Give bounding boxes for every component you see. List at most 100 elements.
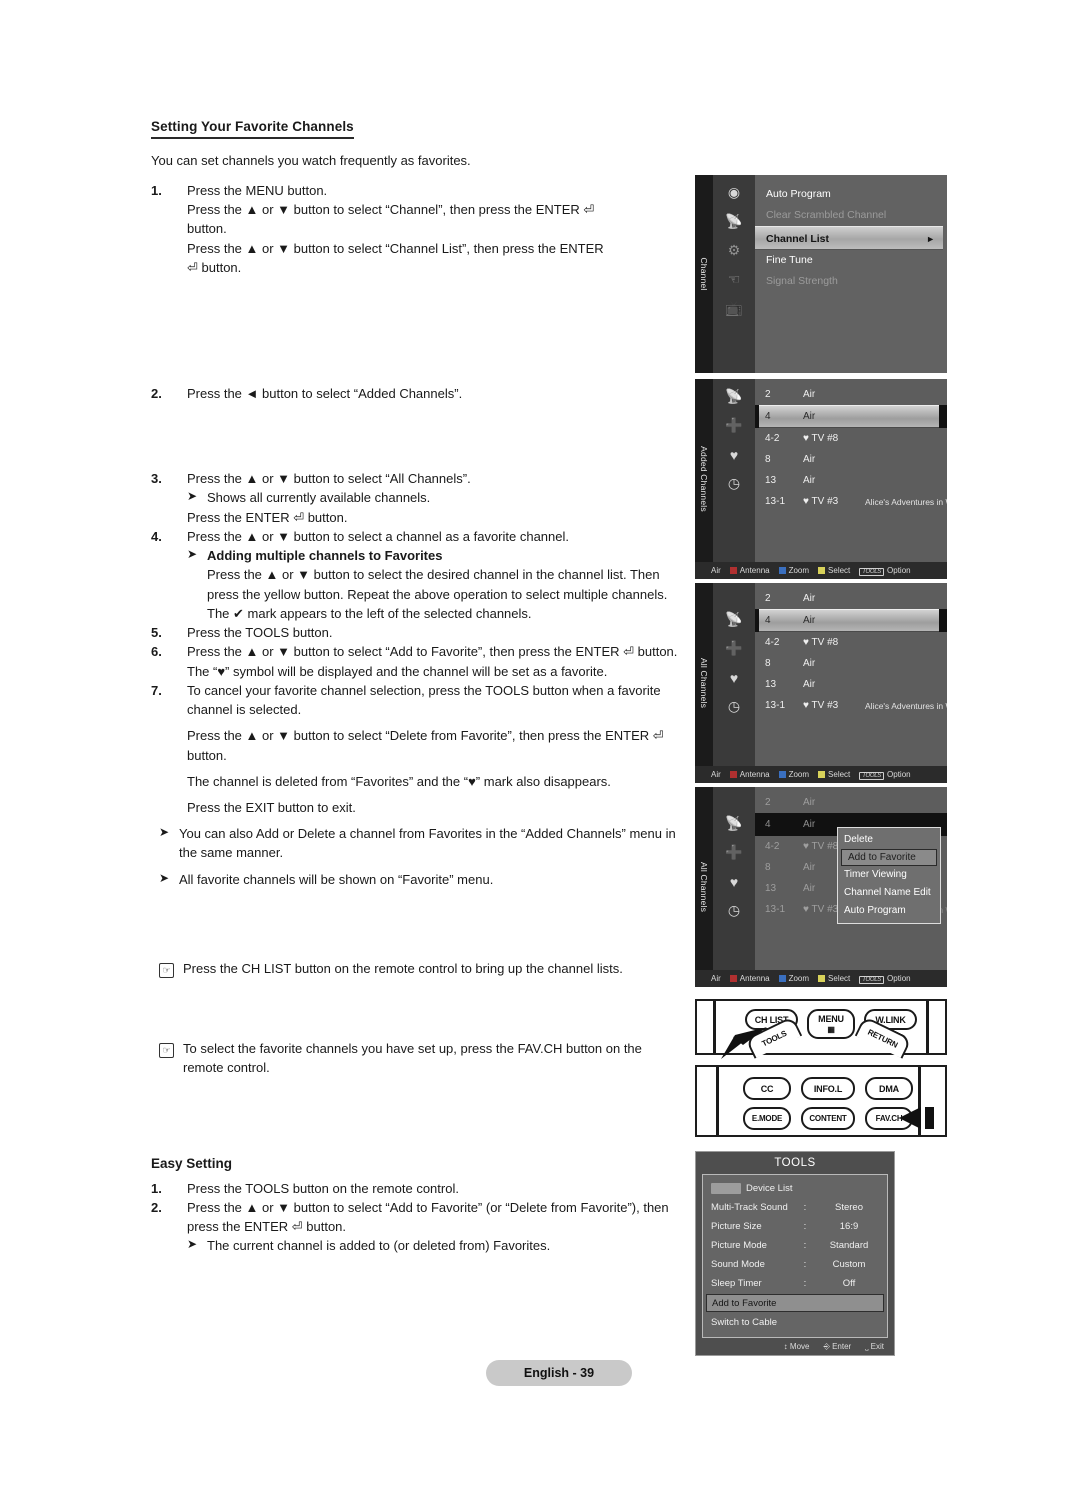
channel-row[interactable]: 2 Air	[755, 384, 947, 405]
channel-name: Air	[803, 593, 816, 604]
menu-item-fine-tune[interactable]: Fine Tune	[755, 250, 947, 271]
favorite-heart-icon[interactable]: ♥	[723, 668, 745, 687]
tools-row-sleep-timer[interactable]: Sleep Timer : Off	[703, 1274, 887, 1293]
menu-item-clear-scrambled-channel[interactable]: Clear Scrambled Channel	[755, 205, 947, 226]
remote-button-emode[interactable]: E.MODE	[743, 1107, 791, 1130]
clock-icon[interactable]: ◷	[723, 901, 745, 920]
gear-icon[interactable]: ⚙	[723, 241, 745, 260]
footer-option[interactable]: TOOLS Option	[859, 974, 911, 984]
osd-all-channels: All Channels 📡 ➕ ♥ ◷ 2 Air 4 Air 4-2 ♥ T…	[695, 583, 947, 783]
easy-step-2-line-1: Press the ▲ or ▼ button to select “Add t…	[187, 1199, 669, 1235]
step-7-number: 7.	[151, 682, 162, 698]
screen-icon[interactable]: 📺	[723, 299, 745, 318]
footer-zoom[interactable]: Zoom	[778, 566, 809, 575]
footer-select[interactable]: Select	[818, 770, 850, 779]
channel-number: 4	[765, 411, 771, 422]
popup-item-channel-name-edit[interactable]: Channel Name Edit	[838, 884, 940, 902]
step-3-number: 3.	[151, 471, 162, 487]
menu-item-auto-program[interactable]: Auto Program	[755, 184, 947, 205]
channel-row[interactable]: 4-2 ♥ TV #8	[755, 428, 947, 449]
tools-row-device-list[interactable]: Device List	[703, 1179, 887, 1198]
step-7-line-2: Press the ▲ or ▼ button to select “Delet…	[187, 728, 664, 763]
favorite-heart-icon: ♥	[803, 496, 809, 507]
menu-item-signal-strength[interactable]: Signal Strength	[755, 271, 947, 292]
note-1: ➤ You can also Add or Delete a channel f…	[159, 824, 681, 862]
footer-antenna[interactable]: Antenna	[729, 770, 770, 779]
channel-row[interactable]: 8 Air	[755, 449, 947, 470]
tools-row-multi-track-sound-value: Stereo	[835, 1202, 863, 1213]
easy-step-2-number: 2.	[151, 1199, 162, 1215]
step-1-line-1: Press the MENU button.	[187, 182, 328, 198]
channel-desc: Alice's Adventures in Wonderland	[865, 700, 947, 711]
tools-row-add-to-favorite[interactable]: Add to Favorite	[706, 1294, 884, 1312]
clock-icon[interactable]: ◷	[723, 697, 745, 716]
channel-row[interactable]: 4-2 ♥ TV #8	[755, 632, 947, 653]
footer-zoom[interactable]: Zoom	[778, 770, 809, 779]
footer-option[interactable]: TOOLS Option	[859, 770, 911, 780]
footer-select[interactable]: Select	[818, 974, 850, 983]
tools-row-picture-size[interactable]: Picture Size : 16:9	[703, 1217, 887, 1236]
osd-all-channels-popup-tab: All Channels	[695, 787, 713, 987]
favorite-heart-icon: ♥	[803, 841, 809, 852]
footer-option[interactable]: TOOLS Option	[859, 566, 911, 576]
tools-row-sound-mode[interactable]: Sound Mode : Custom	[703, 1255, 887, 1274]
step-7-line-1: To cancel your favorite channel selectio…	[187, 682, 661, 718]
bullet-marker-icon: ➤	[159, 825, 170, 840]
channel-row[interactable]: 2 Air	[755, 588, 947, 609]
tools-row-switch-to-cable[interactable]: Switch to Cable	[703, 1313, 887, 1332]
channel-icon[interactable]: 📡	[723, 212, 745, 231]
all-channels-icon[interactable]: 📡	[723, 610, 745, 629]
channel-row[interactable]: 13-1 ♥ TV #3 Alice's Adventures in Wonde…	[755, 695, 947, 716]
step-2-line-1: Press the ◄ button to select “Added Chan…	[187, 386, 463, 402]
osd-icon-rail: 📡 ➕ ♥ ◷	[713, 787, 755, 987]
channel-row[interactable]: 13 Air	[755, 470, 947, 491]
remote-button-content[interactable]: CONTENT	[801, 1107, 855, 1130]
tools-row-device-list-label: Device List	[746, 1183, 793, 1194]
step-1-line-3: button.	[187, 221, 227, 237]
channel-number: 13	[765, 883, 777, 894]
favorite-heart-icon[interactable]: ♥	[723, 445, 745, 464]
menu-item-channel-list[interactable]: Channel List ►	[755, 226, 943, 250]
channel-row[interactable]: 13 Air	[755, 674, 947, 695]
tools-row-picture-mode[interactable]: Picture Mode : Standard	[703, 1236, 887, 1255]
popup-item-timer-viewing[interactable]: Timer Viewing	[838, 866, 940, 884]
popup-item-auto-program[interactable]: Auto Program	[838, 902, 940, 920]
osd-all-channels-popup-tab-label: All Channels	[699, 861, 709, 913]
step-3-line-1: Press the ▲ or ▼ button to select “All C…	[187, 471, 471, 487]
hand-icon[interactable]: ☜	[723, 270, 745, 289]
step-1-line-4: Press the ▲ or ▼ button to select “Chann…	[187, 240, 604, 256]
antenna-icon[interactable]: ◉	[723, 183, 745, 202]
channel-name: Air	[803, 389, 816, 400]
channel-row[interactable]: 8 Air	[755, 653, 947, 674]
channel-row[interactable]: 13-1 ♥ TV #3 Alice's Adventures in Wonde…	[755, 491, 947, 512]
footer-zoom[interactable]: Zoom	[778, 974, 809, 983]
remote-button-menu[interactable]: MENU ▦	[807, 1009, 855, 1039]
channel-desc: Alice's Adventures in Wonderland	[865, 496, 947, 507]
popup-item-delete[interactable]: Delete	[838, 831, 940, 849]
tools-context-popup: Delete Add to Favorite Timer Viewing Cha…	[837, 827, 941, 924]
added-channels-icon[interactable]: ➕	[723, 416, 745, 435]
channel-row-selected[interactable]: 4 Air	[759, 609, 939, 632]
channel-number: 13	[765, 475, 777, 486]
footer-antenna[interactable]: Antenna	[729, 566, 770, 575]
remote-button-cc[interactable]: CC	[743, 1077, 791, 1100]
footer-antenna[interactable]: Antenna	[729, 974, 770, 983]
channel-row-selected[interactable]: 4 Air	[759, 405, 939, 428]
channel-row[interactable]: 2 Air	[755, 792, 947, 813]
remote-button-info[interactable]: INFO.L	[801, 1077, 855, 1100]
footer-select[interactable]: Select	[818, 566, 850, 575]
clock-icon[interactable]: ◷	[723, 474, 745, 493]
popup-item-add-to-favorite[interactable]: Add to Favorite	[841, 849, 937, 866]
all-channels-icon[interactable]: 📡	[723, 814, 745, 833]
favorite-heart-icon[interactable]: ♥	[723, 872, 745, 891]
tools-row-multi-track-sound[interactable]: Multi-Track Sound : Stereo	[703, 1198, 887, 1217]
all-channels-icon[interactable]: 📡	[723, 387, 745, 406]
bullet-marker-icon: ➤	[159, 870, 170, 885]
added-channels-icon[interactable]: ➕	[723, 843, 745, 862]
remote-button-dma[interactable]: DMA	[865, 1077, 913, 1100]
osd-channel-menu-tab: Channel	[695, 175, 713, 373]
step-2: 2. Press the ◄ button to select “Added C…	[151, 384, 681, 403]
hand-note-1: ☞ Press the CH LIST button on the remote…	[159, 959, 681, 978]
added-channels-icon[interactable]: ➕	[723, 639, 745, 658]
device-badge-icon	[711, 1183, 741, 1194]
